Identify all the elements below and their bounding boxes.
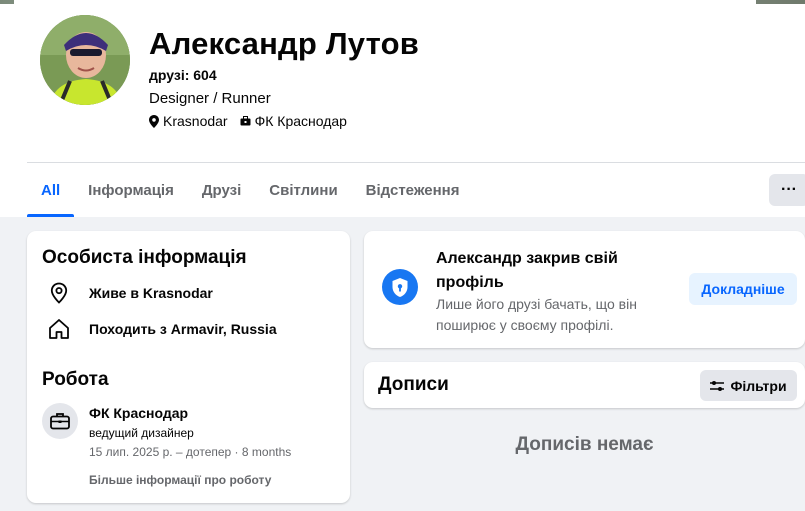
shield-lock-icon xyxy=(382,269,418,305)
intro-title: Особиста інформація xyxy=(42,247,247,268)
profile-meta: Krasnodar ФК Краснодар xyxy=(149,113,359,129)
no-posts-message: Дописів немає xyxy=(515,434,654,455)
profile-tabs: All Інформація Друзі Світлини Відстеженн… xyxy=(27,163,473,217)
location-pin-icon xyxy=(149,114,159,128)
cover-photo-edge xyxy=(0,0,805,4)
work-dates: 15 лип. 2025 р. – дотепер · 8 months xyxy=(89,445,292,459)
learn-more-button[interactable]: Докладніше xyxy=(689,273,797,305)
briefcase-icon xyxy=(240,116,251,126)
club-text: ФК Краснодар xyxy=(254,113,347,129)
profile-bio: Designer / Runner xyxy=(149,90,271,107)
work-more-link[interactable]: Більше інформації про роботу xyxy=(89,473,271,487)
home-icon xyxy=(47,317,71,341)
locked-title: Александр закрив свій профіль xyxy=(436,250,618,291)
work-title: Робота xyxy=(42,369,109,390)
filters-label: Фільтри xyxy=(730,377,787,394)
more-options-button[interactable]: ··· xyxy=(769,174,805,206)
tab-following[interactable]: Відстеження xyxy=(352,163,474,217)
location-pin-icon xyxy=(47,281,71,305)
tab-friends[interactable]: Друзі xyxy=(188,163,255,217)
posts-header-card: Дописи Фільтри xyxy=(364,362,805,408)
lives-in-row: Живе в Krasnodar xyxy=(47,281,213,305)
locked-profile-card: Александр закрив свій профіль Лише його … xyxy=(364,231,805,348)
friends-count[interactable]: друзі: 604 xyxy=(149,67,217,83)
location-item: Krasnodar xyxy=(149,113,228,129)
tab-photos[interactable]: Світлини xyxy=(255,163,351,217)
work-role: ведущий дизайнер xyxy=(89,426,194,440)
from-text: Походить з Armavir, Russia xyxy=(89,321,277,337)
work-company[interactable]: ФК Краснодар xyxy=(89,405,188,421)
location-text: Krasnodar xyxy=(163,113,228,129)
locked-description: Лише його друзі бачать, що він поширює у… xyxy=(436,296,637,333)
profile-name: Александр Лутов xyxy=(149,26,419,61)
intro-card: Особиста інформація Живе в Krasnodar Пох… xyxy=(27,231,350,503)
from-row: Походить з Armavir, Russia xyxy=(47,317,277,341)
filter-sliders-icon xyxy=(710,380,725,391)
profile-avatar[interactable] xyxy=(40,15,130,105)
club-item: ФК Краснодар xyxy=(240,113,347,129)
tab-info[interactable]: Інформація xyxy=(74,163,188,217)
posts-title: Дописи xyxy=(378,374,449,395)
tab-all[interactable]: All xyxy=(27,163,75,217)
profile-header: Александр Лутов друзі: 604 Designer / Ru… xyxy=(0,0,805,217)
filters-button[interactable]: Фільтри xyxy=(700,370,797,401)
work-icon-badge xyxy=(42,403,78,439)
briefcase-icon xyxy=(50,413,70,430)
lives-in-text: Живе в Krasnodar xyxy=(89,285,213,301)
